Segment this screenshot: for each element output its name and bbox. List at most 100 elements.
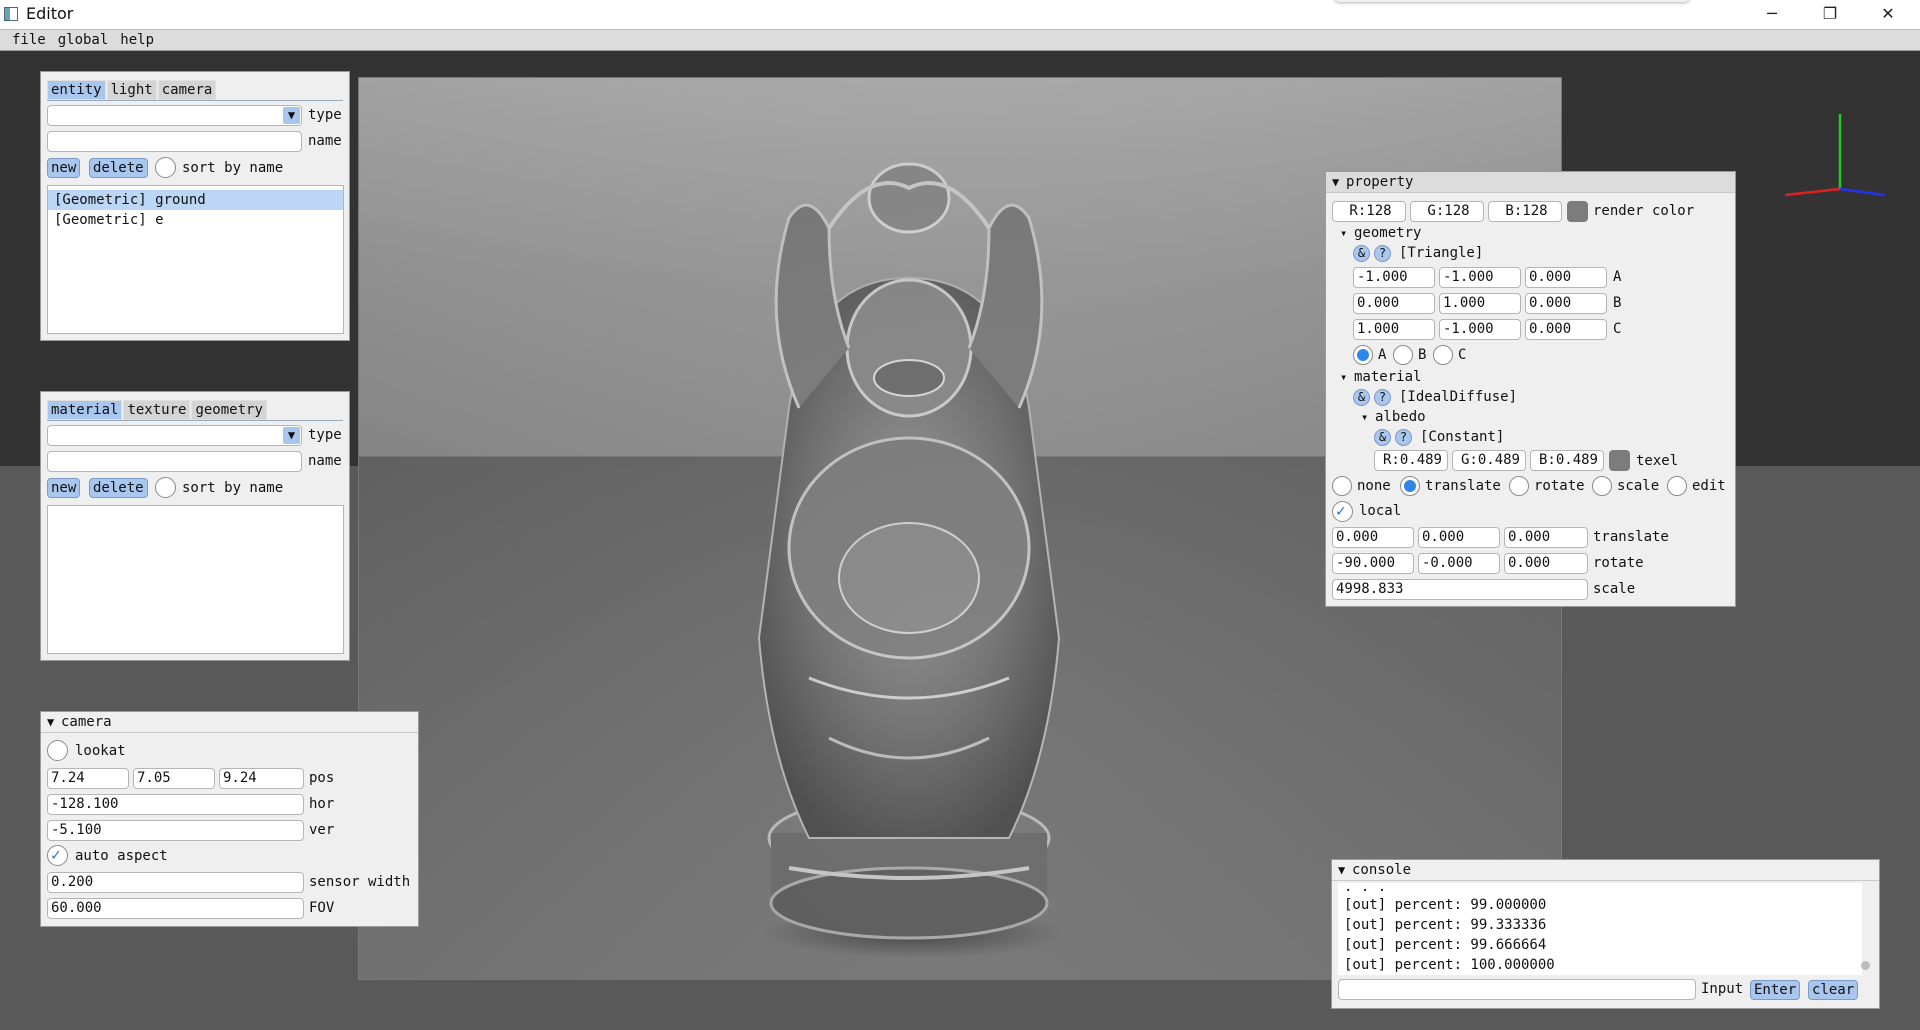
mode-none-label: none [1357, 478, 1391, 494]
tab-divider [47, 420, 343, 421]
mode-rotate-radio[interactable] [1509, 476, 1529, 496]
mode-edit-radio[interactable] [1667, 476, 1687, 496]
collapse-triangle-icon[interactable]: ▾ [1340, 367, 1354, 387]
close-button[interactable]: ✕ [1859, 0, 1917, 29]
material-type-select[interactable]: ▼ [47, 425, 302, 446]
console-enter-button[interactable]: Enter [1750, 980, 1801, 1000]
camera-header[interactable]: ▼ camera [41, 712, 418, 733]
translate-z-field[interactable]: 0.000 [1504, 527, 1588, 548]
console-output[interactable]: . . . [out] percent: 99.000000 [out] per… [1338, 883, 1862, 975]
maximize-button[interactable]: ❐ [1801, 0, 1859, 29]
list-item[interactable]: [Geometric] ground [48, 190, 343, 210]
chevron-down-icon[interactable]: ▼ [283, 107, 300, 124]
render-color-b-field[interactable]: B:128 [1488, 201, 1562, 222]
vertex-a-radio[interactable] [1353, 345, 1373, 365]
collapse-triangle-icon[interactable]: ▾ [1361, 407, 1375, 427]
delete-material-button[interactable]: delete [89, 478, 148, 498]
mode-none-radio[interactable] [1332, 476, 1352, 496]
rotate-y-field[interactable]: -0.000 [1418, 553, 1500, 574]
lookat-checkbox[interactable] [47, 740, 68, 761]
material-list[interactable] [47, 505, 344, 654]
console-scrollbar[interactable] [1861, 961, 1870, 970]
render-color-swatch[interactable] [1567, 201, 1588, 222]
sensor-width-field[interactable]: 0.200 [47, 872, 304, 893]
vertex-c-radio[interactable] [1433, 345, 1453, 365]
title-bar: Editor ─ ❐ ✕ [0, 0, 1920, 29]
help-button[interactable]: ? [1395, 429, 1412, 446]
albedo-section[interactable]: ▾ albedo [1361, 407, 1426, 427]
translate-y-field[interactable]: 0.000 [1418, 527, 1500, 548]
axis-gizmo[interactable] [1780, 109, 1890, 199]
sort-by-name-checkbox[interactable] [155, 157, 176, 178]
scale-field[interactable]: 4998.833 [1332, 579, 1588, 600]
vertex-c-x[interactable]: 1.000 [1353, 319, 1435, 340]
local-checkbox[interactable]: ✓ [1332, 501, 1353, 522]
collapse-triangle-icon[interactable]: ▼ [47, 712, 61, 732]
vertex-a-z[interactable]: 0.000 [1525, 267, 1607, 288]
mode-translate-radio[interactable] [1400, 476, 1420, 496]
hor-field[interactable]: -128.100 [47, 794, 304, 815]
list-item[interactable]: [Geometric] e [48, 210, 343, 230]
fov-field[interactable]: 60.000 [47, 898, 304, 919]
vertex-b-x[interactable]: 0.000 [1353, 293, 1435, 314]
menu-help[interactable]: help [114, 30, 160, 50]
rotate-x-field[interactable]: -90.000 [1332, 553, 1414, 574]
vertex-b-y[interactable]: 1.000 [1439, 293, 1521, 314]
entity-type-select[interactable]: ▼ [47, 105, 302, 126]
console-clear-button[interactable]: clear [1808, 980, 1859, 1000]
vertex-b-z[interactable]: 0.000 [1525, 293, 1607, 314]
auto-aspect-checkbox[interactable]: ✓ [47, 845, 68, 866]
ver-field[interactable]: -5.100 [47, 820, 304, 841]
pos-x-field[interactable]: 7.24 [47, 768, 129, 789]
pos-z-field[interactable]: 9.24 [219, 768, 304, 789]
entity-name-input[interactable] [47, 131, 302, 152]
tab-camera[interactable]: camera [157, 80, 217, 100]
texel-r-field[interactable]: R:0.489 [1374, 450, 1448, 471]
chevron-down-icon[interactable]: ▼ [283, 427, 300, 444]
lookat-label: lookat [75, 743, 126, 759]
property-header[interactable]: ▼ property [1326, 172, 1735, 193]
vertex-c-radio-label: C [1458, 347, 1467, 363]
vertex-c-z[interactable]: 0.000 [1525, 319, 1607, 340]
tab-texture[interactable]: texture [123, 400, 191, 420]
material-section[interactable]: ▾ material [1340, 367, 1421, 387]
mode-scale-label: scale [1617, 478, 1660, 494]
console-header[interactable]: ▼ console [1332, 860, 1879, 881]
menu-file[interactable]: file [6, 30, 52, 50]
entity-list[interactable]: [Geometric] ground [Geometric] e [47, 185, 344, 334]
sort-by-name-checkbox[interactable] [155, 477, 176, 498]
vertex-a-x[interactable]: -1.000 [1353, 267, 1435, 288]
tab-entity[interactable]: entity [47, 80, 106, 100]
texel-g-field[interactable]: G:0.489 [1452, 450, 1526, 471]
collapse-triangle-icon[interactable]: ▼ [1338, 860, 1352, 880]
tab-geometry[interactable]: geometry [191, 400, 267, 420]
console-input[interactable] [1338, 979, 1696, 1000]
help-button[interactable]: ? [1374, 245, 1391, 262]
menu-global[interactable]: global [52, 30, 115, 50]
material-name-input[interactable] [47, 451, 302, 472]
collapse-triangle-icon[interactable]: ▾ [1340, 223, 1354, 243]
texel-b-field[interactable]: B:0.489 [1530, 450, 1604, 471]
delete-entity-button[interactable]: delete [89, 158, 148, 178]
pos-y-field[interactable]: 7.05 [133, 768, 215, 789]
translate-x-field[interactable]: 0.000 [1332, 527, 1414, 548]
vertex-a-y[interactable]: -1.000 [1439, 267, 1521, 288]
vertex-c-y[interactable]: -1.000 [1439, 319, 1521, 340]
link-button[interactable]: & [1353, 245, 1370, 262]
link-button[interactable]: & [1353, 389, 1370, 406]
render-color-g-field[interactable]: G:128 [1410, 201, 1484, 222]
link-button[interactable]: & [1374, 429, 1391, 446]
tab-material[interactable]: material [47, 400, 123, 420]
help-button[interactable]: ? [1374, 389, 1391, 406]
tab-light[interactable]: light [106, 80, 157, 100]
geometry-section[interactable]: ▾ geometry [1340, 223, 1421, 243]
vertex-b-radio[interactable] [1393, 345, 1413, 365]
texel-color-swatch[interactable] [1609, 450, 1630, 471]
collapse-triangle-icon[interactable]: ▼ [1332, 172, 1346, 192]
new-material-button[interactable]: new [47, 478, 81, 498]
new-entity-button[interactable]: new [47, 158, 81, 178]
minimize-button[interactable]: ─ [1743, 0, 1801, 29]
mode-scale-radio[interactable] [1592, 476, 1612, 496]
render-color-r-field[interactable]: R:128 [1332, 201, 1406, 222]
rotate-z-field[interactable]: 0.000 [1504, 553, 1588, 574]
